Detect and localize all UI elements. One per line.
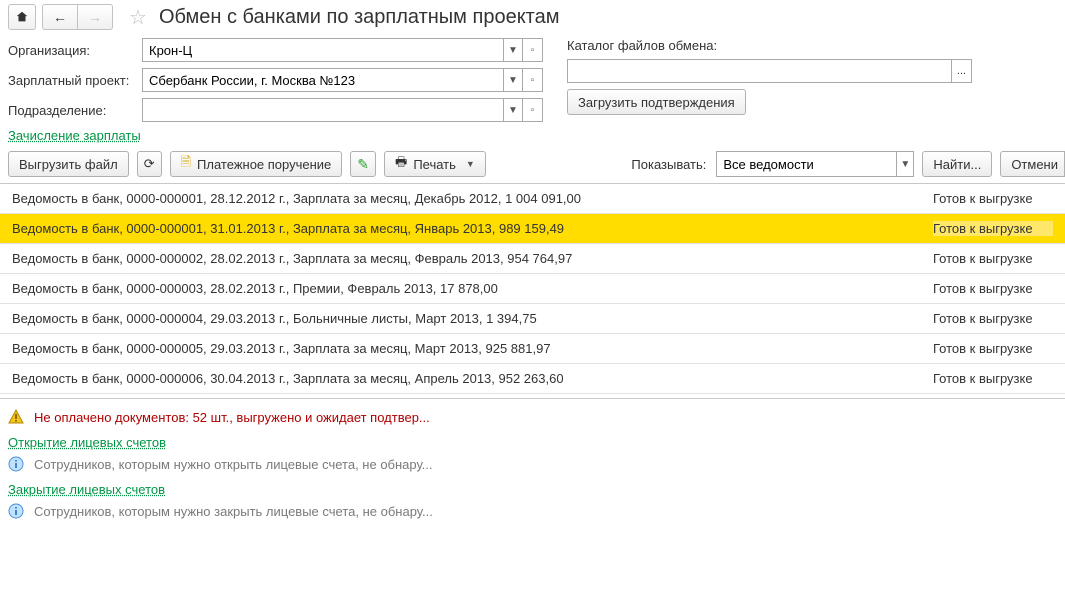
chevron-down-icon: ▼ xyxy=(466,159,475,169)
documents-table[interactable]: Ведомость в банк, 0000-000001, 28.12.201… xyxy=(0,183,1065,399)
arrow-right-icon: → xyxy=(88,9,102,25)
row-description: Ведомость в банк, 0000-000006, 30.04.201… xyxy=(12,371,933,386)
payment-order-label: Платежное поручение xyxy=(197,157,331,172)
edit-button[interactable]: ✎ xyxy=(350,151,376,177)
row-description: Ведомость в банк, 0000-000004, 29.03.201… xyxy=(12,311,933,326)
ellipsis-icon: ... xyxy=(957,65,966,77)
table-row[interactable]: Ведомость в банк, 0000-000001, 31.01.201… xyxy=(0,214,1065,244)
chevron-down-icon: ▼ xyxy=(508,45,518,56)
dept-input[interactable] xyxy=(142,98,503,122)
org-input[interactable] xyxy=(142,38,503,62)
row-status: Готов к выгрузке xyxy=(933,311,1053,326)
arrow-left-icon: ← xyxy=(53,9,67,25)
show-label: Показывать: xyxy=(631,157,706,172)
payroll-credit-section: Зачисление зарплаты xyxy=(0,122,1065,147)
close-accounts-info-line: Сотрудников, которым нужно закрыть лицев… xyxy=(8,503,1057,519)
back-button[interactable]: ← xyxy=(42,4,77,30)
catalog-input[interactable] xyxy=(567,59,952,83)
table-row[interactable]: Ведомость в банк, 0000-000006, 30.04.201… xyxy=(0,364,1065,394)
row-description: Ведомость в банк, 0000-000001, 28.12.201… xyxy=(12,191,933,206)
close-accounts-link[interactable]: Закрытие лицевых счетов xyxy=(8,482,165,497)
table-row[interactable]: Ведомость в банк, 0000-000003, 28.02.201… xyxy=(0,274,1065,304)
form-right: Каталог файлов обмена: ... Загрузить под… xyxy=(567,38,972,115)
payroll-credit-link[interactable]: Зачисление зарплаты xyxy=(8,128,141,143)
close-accounts-info-text: Сотрудников, которым нужно закрыть лицев… xyxy=(34,504,433,519)
export-file-button[interactable]: Выгрузить файл xyxy=(8,151,129,177)
print-label: Печать xyxy=(413,157,456,172)
org-row: Организация: ▼ ▫ xyxy=(8,38,543,62)
chevron-down-icon: ▼ xyxy=(508,105,518,116)
unpaid-warning-line: Не оплачено документов: 52 шт., выгружен… xyxy=(8,409,1057,425)
project-row: Зарплатный проект: ▼ ▫ xyxy=(8,68,543,92)
table-row[interactable]: Ведомость в банк, 0000-000002, 28.02.201… xyxy=(0,244,1065,274)
row-status: Готов к выгрузке xyxy=(933,281,1053,296)
row-description: Ведомость в банк, 0000-000002, 28.02.201… xyxy=(12,251,933,266)
row-status: Готов к выгрузке xyxy=(933,191,1053,206)
project-label: Зарплатный проект: xyxy=(8,73,138,88)
home-icon xyxy=(15,10,29,24)
action-bar: Выгрузить файл ⟳ 🗎 Платежное поручение ✎… xyxy=(0,147,1065,183)
catalog-label: Каталог файлов обмена: xyxy=(567,38,972,53)
table-row[interactable]: Ведомость в банк, 0000-000005, 29.03.201… xyxy=(0,334,1065,364)
dept-combo: ▼ ▫ xyxy=(142,98,543,122)
org-combo: ▼ ▫ xyxy=(142,38,543,62)
catalog-browse-button[interactable]: ... xyxy=(952,59,972,83)
form-area: Организация: ▼ ▫ Зарплатный проект: ▼ ▫ … xyxy=(0,38,1065,122)
org-open-button[interactable]: ▫ xyxy=(523,38,543,62)
refresh-button[interactable]: ⟳ xyxy=(137,151,162,177)
open-accounts-info-line: Сотрудников, которым нужно открыть лицев… xyxy=(8,456,1057,472)
row-status: Готов к выгрузке xyxy=(933,341,1053,356)
dept-row: Подразделение: ▼ ▫ xyxy=(8,98,543,122)
dept-label: Подразделение: xyxy=(8,103,138,118)
row-description: Ведомость в банк, 0000-000005, 29.03.201… xyxy=(12,341,933,356)
chevron-down-icon: ▼ xyxy=(508,75,518,86)
cancel-button[interactable]: Отмени xyxy=(1000,151,1065,177)
footer-area: Не оплачено документов: 52 шт., выгружен… xyxy=(0,399,1065,533)
table-row[interactable]: Ведомость в банк, 0000-000001, 28.12.201… xyxy=(0,184,1065,214)
print-button[interactable]: 🖶 Печать ▼ xyxy=(384,151,486,177)
load-confirmations-button[interactable]: Загрузить подтверждения xyxy=(567,89,746,115)
payment-order-button[interactable]: 🗎 Платежное поручение xyxy=(170,151,343,177)
project-open-button[interactable]: ▫ xyxy=(523,68,543,92)
org-label: Организация: xyxy=(8,43,138,58)
unpaid-warning-text: Не оплачено документов: 52 шт., выгружен… xyxy=(34,410,430,425)
history-nav: ← → xyxy=(42,4,113,30)
open-accounts-link[interactable]: Открытие лицевых счетов xyxy=(8,435,166,450)
project-dropdown-button[interactable]: ▼ xyxy=(503,68,523,92)
pencil-icon: ✎ xyxy=(357,156,369,173)
find-button[interactable]: Найти... xyxy=(922,151,992,177)
project-input[interactable] xyxy=(142,68,503,92)
row-description: Ведомость в банк, 0000-000001, 31.01.201… xyxy=(12,221,933,236)
row-status: Готов к выгрузке xyxy=(933,371,1053,386)
dept-dropdown-button[interactable]: ▼ xyxy=(503,98,523,122)
document-icon: 🗎 xyxy=(181,153,191,175)
home-button[interactable] xyxy=(8,4,36,30)
open-icon: ▫ xyxy=(531,45,535,56)
row-status: Готов к выгрузке xyxy=(933,251,1053,266)
favorite-star-icon[interactable]: ☆ xyxy=(129,5,147,30)
form-left: Организация: ▼ ▫ Зарплатный проект: ▼ ▫ … xyxy=(8,38,543,122)
row-status: Готов к выгрузке xyxy=(933,221,1053,236)
open-icon: ▫ xyxy=(531,105,535,116)
table-row[interactable]: Ведомость в банк, 0000-000004, 29.03.201… xyxy=(0,304,1065,334)
chevron-down-icon: ▼ xyxy=(900,159,910,170)
refresh-icon: ⟳ xyxy=(144,156,155,172)
show-input[interactable] xyxy=(716,151,896,177)
top-nav: ← → ☆ Обмен с банками по зарплатным прое… xyxy=(0,0,1065,38)
open-accounts-info-text: Сотрудников, которым нужно открыть лицев… xyxy=(34,457,433,472)
show-dropdown-button[interactable]: ▼ xyxy=(896,151,914,177)
printer-icon: 🖶 xyxy=(395,153,407,175)
org-dropdown-button[interactable]: ▼ xyxy=(503,38,523,62)
forward-button[interactable]: → xyxy=(77,4,113,30)
row-description: Ведомость в банк, 0000-000003, 28.02.201… xyxy=(12,281,933,296)
project-combo: ▼ ▫ xyxy=(142,68,543,92)
page-title: Обмен с банками по зарплатным проектам xyxy=(159,6,560,29)
dept-open-button[interactable]: ▫ xyxy=(523,98,543,122)
info-icon xyxy=(8,503,24,519)
info-icon xyxy=(8,456,24,472)
open-icon: ▫ xyxy=(531,75,535,86)
show-select: ▼ xyxy=(716,151,914,177)
warning-icon xyxy=(8,409,24,425)
